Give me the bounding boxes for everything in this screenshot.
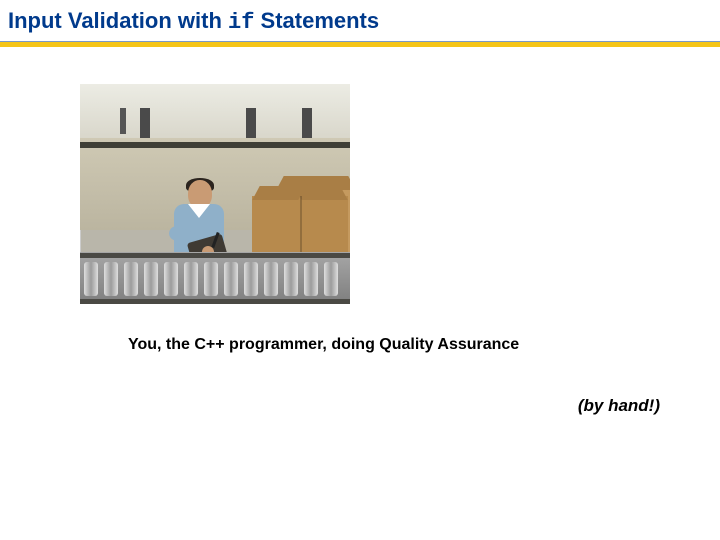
slide: Input Validation with if Statements	[0, 0, 720, 540]
image-light-fixture	[120, 108, 126, 134]
title-underline	[0, 41, 720, 47]
image-light-fixture	[246, 108, 256, 140]
image-conveyor	[80, 252, 350, 304]
title-code-keyword: if	[228, 10, 254, 35]
title-bar: Input Validation with if Statements	[0, 0, 720, 35]
title-prefix: Input Validation with	[8, 8, 228, 33]
image-shelf	[80, 142, 350, 148]
hero-image	[80, 84, 350, 304]
slide-title: Input Validation with if Statements	[8, 8, 720, 35]
figure-subcaption: (by hand!)	[578, 396, 660, 416]
image-light-fixture	[302, 108, 312, 140]
figure-caption: You, the C++ programmer, doing Quality A…	[128, 336, 519, 354]
image-light-fixture	[140, 108, 150, 140]
title-suffix: Statements	[254, 8, 379, 33]
